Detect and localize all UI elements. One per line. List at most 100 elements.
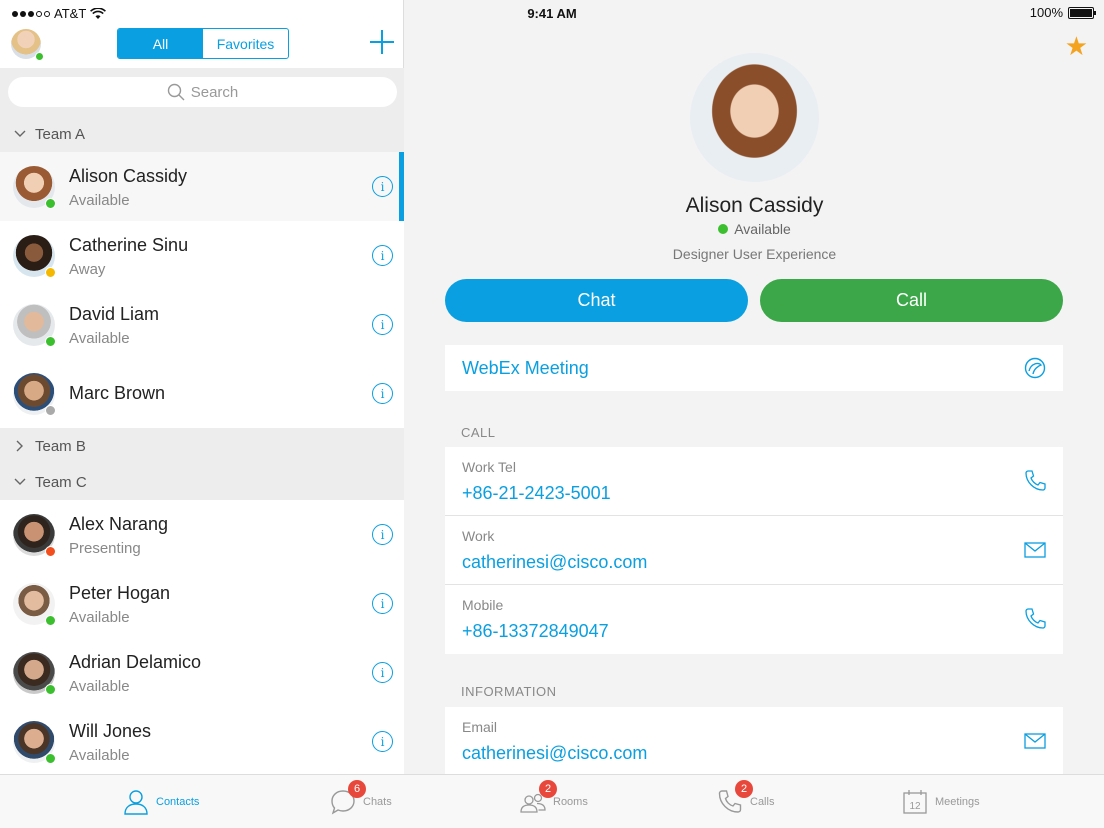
profile-presence: Available — [405, 221, 1104, 237]
contact-name: Will Jones — [69, 721, 152, 741]
favorite-star-icon[interactable]: ★ — [1065, 33, 1088, 59]
clock: 9:41 AM — [527, 6, 577, 21]
presence-dot — [45, 198, 56, 209]
avatar — [13, 235, 56, 278]
add-contact-button[interactable] — [370, 30, 394, 54]
mobile-field[interactable]: Mobile +86-13372849047 — [445, 585, 1063, 654]
tab-chats[interactable]: Chats 6 — [329, 775, 392, 828]
group-name: Team B — [35, 437, 86, 455]
contact-row[interactable]: Adrian Delamico Available i — [0, 638, 404, 707]
contact-row[interactable]: Peter Hogan Available i — [0, 569, 404, 638]
contact-name: Peter Hogan — [69, 583, 171, 603]
profile-name: Alison Cassidy — [685, 194, 824, 217]
work-email-field[interactable]: Work catherinesi@cisco.com — [445, 516, 1063, 585]
contact-row[interactable]: Marc Brown i — [0, 359, 404, 428]
information-section-header: INFORMATION — [461, 684, 557, 699]
search-icon — [167, 83, 185, 101]
tab-rooms[interactable]: Rooms 2 — [519, 775, 588, 828]
call-button[interactable]: Call — [760, 279, 1063, 322]
mail-icon[interactable] — [1023, 729, 1047, 753]
contact-list: Team A Alison Cassidy Available i Cather… — [0, 116, 404, 776]
mail-icon[interactable] — [1023, 538, 1047, 562]
info-icon[interactable]: i — [372, 245, 393, 266]
chat-button[interactable]: Chat — [445, 279, 748, 322]
tab-contacts[interactable]: Contacts — [122, 775, 199, 828]
segment-all[interactable]: All — [118, 29, 203, 58]
contact-row[interactable]: Alex Narang Presenting i — [0, 500, 404, 569]
field-value[interactable]: +86-21-2423-5001 — [462, 483, 611, 504]
contact-row[interactable]: Alison Cassidy Available i — [0, 152, 404, 221]
tab-calls[interactable]: Calls 2 — [716, 775, 774, 828]
field-value[interactable]: catherinesi@cisco.com — [462, 743, 647, 764]
tab-label: Contacts — [156, 796, 200, 808]
group-name: Team A — [35, 125, 86, 143]
info-icon[interactable]: i — [372, 524, 393, 545]
tab-label: Calls — [750, 796, 775, 808]
phone-icon[interactable] — [1023, 607, 1047, 631]
tab-label: Chats — [363, 796, 392, 808]
contact-status: Away — [69, 261, 106, 278]
call-fields-card: Work Tel +86-21-2423-5001 Work catherine… — [445, 447, 1063, 654]
contacts-icon — [124, 790, 148, 815]
contact-status: Available — [69, 678, 130, 695]
contact-detail-pane: ★ Alison Cassidy Available Designer User… — [405, 0, 1104, 774]
tab-bar: Contacts Chats 6 Rooms 2 Calls 2 12 Meet… — [0, 774, 1104, 828]
battery-info: 100% — [1030, 5, 1096, 20]
info-icon[interactable]: i — [372, 662, 393, 683]
info-icon[interactable]: i — [372, 383, 393, 404]
webex-meeting-label: WebEx Meeting — [462, 357, 589, 378]
search-placeholder: Search — [190, 83, 239, 101]
avatar — [13, 304, 56, 347]
contact-name: Catherine Sinu — [69, 235, 189, 255]
contact-row[interactable]: Will Jones Available i — [0, 707, 404, 776]
webex-icon — [1024, 357, 1046, 379]
info-icon[interactable]: i — [372, 593, 393, 614]
email-field[interactable]: Email catherinesi@cisco.com — [445, 707, 1063, 774]
group-header-team-b[interactable]: Team B — [0, 428, 404, 464]
contact-status: Available — [69, 330, 130, 347]
webex-meeting-row[interactable]: WebEx Meeting — [445, 345, 1063, 391]
group-header-team-c[interactable]: Team C — [0, 464, 404, 500]
my-avatar[interactable] — [11, 29, 44, 61]
info-icon[interactable]: i — [372, 314, 393, 335]
contact-row[interactable]: Catherine Sinu Away i — [0, 221, 404, 290]
contact-status: Available — [69, 192, 130, 209]
chevron-down-icon — [14, 128, 26, 140]
presence-dot — [45, 336, 56, 347]
contact-name: Alex Narang — [69, 514, 169, 534]
avatar — [13, 514, 56, 557]
field-value[interactable]: +86-13372849047 — [462, 621, 609, 642]
call-section-header: CALL — [461, 425, 496, 440]
contacts-header: All Favorites — [0, 26, 404, 68]
contact-status: Available — [69, 747, 130, 764]
presence-dot — [45, 753, 56, 764]
presence-dot — [45, 267, 56, 278]
work-tel-field[interactable]: Work Tel +86-21-2423-5001 — [445, 447, 1063, 516]
chats-badge: 6 — [348, 780, 366, 798]
presence-dot — [45, 405, 56, 416]
search-bar: Search — [0, 68, 404, 116]
field-label: Work Tel — [462, 459, 516, 475]
phone-icon[interactable] — [1023, 469, 1047, 493]
group-header-team-a[interactable]: Team A — [0, 116, 404, 152]
tab-meetings[interactable]: 12 Meetings — [901, 775, 980, 828]
calls-badge: 2 — [735, 780, 753, 798]
field-label: Email — [462, 719, 498, 735]
info-fields-card: Email catherinesi@cisco.com — [445, 707, 1063, 774]
field-value[interactable]: catherinesi@cisco.com — [462, 552, 647, 573]
calendar-day: 12 — [909, 801, 921, 812]
calendar-icon: 12 — [903, 790, 927, 814]
presence-dot — [45, 684, 56, 695]
contact-name: Marc Brown — [69, 383, 166, 403]
tab-label: Meetings — [935, 796, 980, 808]
presence-dot — [718, 224, 729, 234]
info-icon[interactable]: i — [372, 731, 393, 752]
my-presence-dot — [35, 52, 44, 61]
segment-favorites[interactable]: Favorites — [203, 29, 288, 58]
contact-status: Presenting — [69, 540, 141, 557]
profile-avatar — [690, 53, 819, 182]
info-icon[interactable]: i — [372, 176, 393, 197]
filter-segmented-control: All Favorites — [117, 28, 289, 59]
search-input[interactable]: Search — [8, 77, 397, 107]
contact-row[interactable]: David Liam Available i — [0, 290, 404, 359]
